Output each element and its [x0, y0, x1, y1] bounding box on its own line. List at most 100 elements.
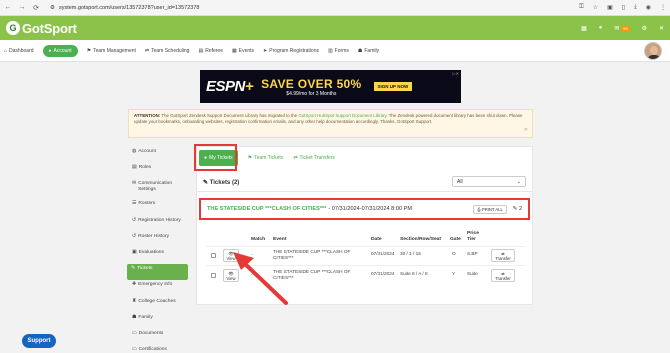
sidebar-item-roster-history[interactable]: ↺ Roster History	[128, 232, 188, 248]
avatar-face	[650, 46, 658, 55]
tab-ticket-transfers[interactable]: ⇄ Ticket Transfers	[293, 155, 335, 161]
sidepanel-icon[interactable]: ▯	[622, 4, 625, 11]
nav-family[interactable]: ☗ Family	[358, 48, 379, 54]
column-header-date: Date	[371, 237, 382, 242]
attention-link[interactable]: GotSport HubSpot Support Document Librar…	[298, 113, 386, 118]
profile-icon[interactable]: ◉	[646, 4, 651, 11]
logo-text: GotSport	[22, 20, 77, 36]
emergency-icon: ✚	[132, 282, 137, 288]
team-tickets-icon: ⚑	[247, 155, 253, 161]
highlight-my-tickets	[194, 144, 237, 171]
row-divider	[205, 265, 525, 266]
divider	[197, 191, 532, 192]
nav-dashboard[interactable]: ⌂ Dashboard	[4, 48, 34, 54]
ticket-gate: Y	[452, 271, 456, 276]
user-icon[interactable]: ●	[599, 25, 603, 31]
column-header-match: Match	[251, 237, 266, 242]
ticket-filter-select[interactable]: All ⌄	[452, 176, 526, 187]
ticket-checkbox[interactable]	[211, 253, 216, 258]
ticket-gate: O	[452, 251, 456, 256]
column-header-price-tier: Price Tier	[467, 231, 479, 243]
nav-events[interactable]: ▦ Events	[232, 48, 254, 54]
events-icon: ▦	[232, 47, 237, 54]
settings-icon[interactable]: ⚙	[642, 25, 647, 32]
sidebar-item-certifications[interactable]: ▭ Certifications	[128, 345, 188, 353]
extensions-icon[interactable]: ▣	[607, 4, 613, 11]
download-icon[interactable]: ⤓	[634, 4, 637, 11]
tickets-tabs: ● My Tickets ⚑ Team Tickets ⇄ Ticket Transf…	[194, 144, 532, 171]
close-session-icon[interactable]: ✕	[659, 25, 664, 32]
mail-badge: 99	[621, 25, 630, 31]
key-icon[interactable]: ⚿	[579, 4, 584, 11]
sidebar-item-roles[interactable]: ▤ Roles	[128, 163, 188, 179]
view-ticket-button[interactable]: 👁 View	[223, 249, 239, 262]
sidebar-item-evaluations[interactable]: ▣ Evaluations	[128, 248, 188, 264]
ticket-match: -	[251, 252, 253, 257]
nav-program-registrations[interactable]: ➤ Program Registrations	[263, 48, 319, 54]
nav-team-scheduling[interactable]: ⇄ Team Scheduling	[145, 48, 190, 54]
envelope-icon: ✉	[132, 181, 137, 187]
nav-forms[interactable]: ▥ Forms	[328, 48, 349, 54]
sidebar-item-college-coaches[interactable]: ♜ College Coaches	[128, 297, 188, 313]
ticket-tier: Suite	[467, 271, 478, 276]
sidebar-item-family[interactable]: ☗ Family	[128, 313, 188, 329]
family-sidebar-icon: ☗	[132, 314, 137, 320]
ticket-seat: Suite 8 / A / 8	[400, 271, 428, 276]
sidebar-item-documents[interactable]: ▭ Documents	[128, 329, 188, 345]
gotsport-logo[interactable]: G GotSport	[6, 21, 77, 36]
sidebar-item-registration-history[interactable]: ↺ Registration History	[128, 216, 188, 232]
address-bar[interactable]: ⚙ system.gotsport.com/users/13572378?use…	[50, 5, 199, 11]
ticket-date: 07/31/2024	[371, 271, 395, 276]
ticket-event: THE STATESIDE CUP ***CLASH OF CITIES***	[273, 269, 351, 281]
back-icon[interactable]: ←	[4, 4, 12, 12]
tab-team-tickets[interactable]: ⚑ Team Tickets	[248, 155, 284, 161]
certificate-icon: ▭	[132, 347, 137, 353]
event-dates: - 07/31/2024-07/31/2024 8:00 PM	[328, 206, 413, 212]
column-header-event: Event	[273, 237, 287, 242]
sidebar-item-account[interactable]: ◍ Account	[128, 147, 188, 163]
ticket-icon: ✎	[131, 266, 136, 272]
url-text: system.gotsport.com/users/13572378?user_…	[58, 4, 200, 11]
mail-icon[interactable]: ✉ 99	[614, 25, 630, 32]
forward-icon[interactable]: →	[18, 4, 26, 12]
site-info-icon[interactable]: ⚙	[50, 5, 55, 11]
transfer-button[interactable]: ⇄ Transfer	[491, 269, 515, 282]
attention-close-icon[interactable]: ✕	[524, 127, 528, 134]
attention-label: ATTENTION:	[134, 113, 161, 118]
sidebar-item-emergency-info[interactable]: ✚ Emergency Info	[128, 280, 188, 296]
graduation-icon: ♜	[132, 298, 137, 304]
ticket-tier: S.BP	[467, 251, 478, 256]
attention-text-1: The GotSport Zendesk Support Document Li…	[160, 113, 299, 118]
bookmark-icon[interactable]: ☆	[593, 4, 598, 11]
ad-banner[interactable]: ESPN+ SAVE OVER 50% $4.99/mo for 3 Month…	[200, 70, 461, 103]
sidebar-item-rosters[interactable]: ☰ Rosters	[128, 199, 188, 215]
ticket-tag-icon: ✎	[203, 180, 210, 186]
ticket-match: -	[251, 272, 253, 277]
top-bar: G GotSport ▦ ● ✉ 99 ⚙ ✕	[0, 16, 670, 40]
sidebar-item-communication-settings[interactable]: ✉ Communication Settings	[128, 179, 188, 199]
column-header-seat: Section/Row/Seat	[400, 237, 442, 242]
family-icon: ☗	[357, 47, 363, 54]
reload-icon[interactable]: ⟳	[32, 4, 40, 12]
avatar[interactable]	[644, 42, 662, 60]
roster-history-icon: ↺	[132, 233, 137, 239]
tickets-panel: ● My Tickets ⚑ Team Tickets ⇄ Ticket Transf…	[194, 144, 533, 305]
ticket-checkbox[interactable]	[211, 273, 216, 278]
apps-grid-icon[interactable]: ▦	[581, 25, 587, 32]
folder-icon: ▭	[132, 330, 137, 336]
view-ticket-button[interactable]: 👁 View	[223, 269, 239, 282]
nav-account[interactable]: ● Account	[42, 44, 78, 57]
menu-icon[interactable]: ⋮	[660, 4, 666, 11]
nav-team-management[interactable]: ⚑ Team Management	[87, 48, 136, 54]
nav-referee[interactable]: ▤ Referee	[198, 48, 223, 54]
transfer-button[interactable]: ⇄ Transfer	[491, 249, 515, 262]
tickets-heading: ✎ Tickets (2)	[203, 180, 240, 186]
event-name[interactable]: THE STATESIDE CUP ***CLASH OF CITIES***	[207, 206, 326, 212]
ad-signup-button[interactable]: SIGN UP NOW	[373, 82, 413, 91]
ticket-count: ✎ 2	[512, 206, 522, 212]
print-all-button[interactable]: ⎙ PRINT ALL	[473, 204, 507, 214]
sidebar-item-tickets[interactable]: ✎ Tickets	[127, 264, 188, 281]
support-button[interactable]: Support	[22, 334, 56, 348]
ad-close-icon[interactable]: ▷✕	[453, 71, 459, 76]
chevron-down-icon: ⌄	[516, 179, 521, 185]
